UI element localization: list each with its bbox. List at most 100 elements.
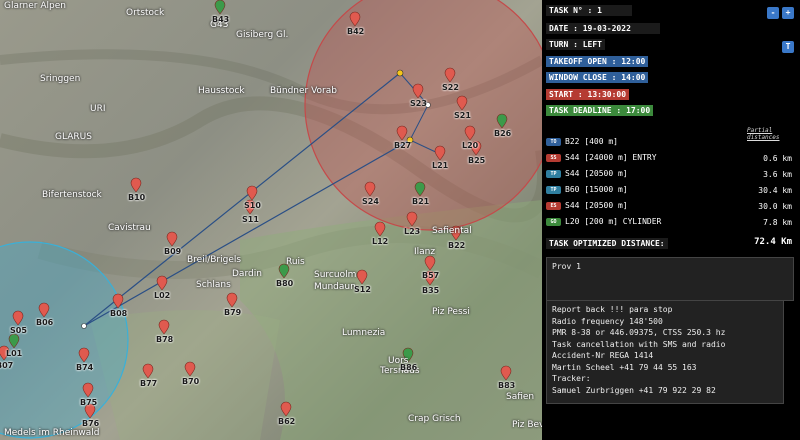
leg-waypoint: B22 [400 m]: [565, 137, 618, 146]
waypoint-pin-icon[interactable]: [156, 275, 168, 291]
map-place-label: Crap Grisch: [408, 414, 461, 424]
partial-distances-label: Partial distances: [747, 127, 780, 141]
waypoint-label: L21: [432, 161, 449, 170]
map-place-label: Lumnezia: [342, 328, 386, 338]
map-place-label: Piz Pessi: [432, 307, 470, 317]
window-close: WINDOW CLOSE : 14:00: [546, 72, 649, 83]
map-place-label: Gisiberg Gl.: [236, 30, 289, 40]
waypoint-label: B76: [82, 419, 100, 428]
waypoint-label: B78: [156, 335, 174, 344]
leg-row: GO L20 [200 m] CYLINDER: [546, 217, 661, 226]
leg-waypoint: S44 [20500 m]: [565, 201, 628, 210]
waypoint-label: S11: [242, 215, 259, 224]
waypoint-pin-icon[interactable]: [166, 231, 178, 247]
map-place-label: Ilanz: [414, 247, 436, 257]
note-line: Report back !!! para stop: [552, 305, 673, 314]
optimized-distance-label: TASK OPTIMIZED DISTANCE:: [546, 238, 668, 249]
start-time: START : 13:30:00: [546, 89, 630, 100]
waypoint-label: B77: [140, 379, 158, 388]
leg-distance: 30.0 km: [758, 202, 792, 211]
waypoint-label: S10: [244, 201, 261, 210]
waypoint-label: B70: [182, 377, 200, 386]
leg-row: TO B22 [400 m]: [546, 137, 618, 146]
leg-distance: 3.6 km: [763, 170, 792, 179]
note-line: Accident-Nr REGA 1414: [552, 351, 654, 360]
waypoint-label: B08: [110, 309, 128, 318]
waypoint-label: B07: [0, 361, 14, 370]
leg-waypoint: L20 [200 m] CYLINDER: [565, 217, 662, 226]
leg-distance: 0.6 km: [763, 154, 792, 163]
waypoint-label: B25: [468, 156, 486, 165]
waypoint-pin-icon[interactable]: [246, 185, 258, 201]
takeoff-open: TAKEOFF OPEN : 12:00: [546, 56, 649, 67]
leg-type-badge: GO: [546, 217, 561, 226]
waypoint-label: B06: [36, 318, 54, 327]
waypoint-label: B62: [278, 417, 296, 426]
map-place-label: Safiental: [432, 226, 472, 236]
leg-row: TP S44 [20500 m]: [546, 169, 628, 178]
task-notes: Report back !!! para stop Radio frequency…: [546, 300, 784, 404]
leg-distance: 7.8 km: [763, 218, 792, 227]
map-place-label: URI: [90, 104, 106, 114]
waypoint-label: S23: [410, 99, 427, 108]
waypoint-label: L01: [6, 349, 23, 358]
map-place-label: Ortstock: [126, 8, 165, 18]
note-line: Task cancellation with SMS and radio: [552, 339, 726, 349]
map-place-label: GLARUS: [55, 132, 92, 142]
waypoint-label: L20: [462, 141, 479, 150]
optimized-distance-value: 72.4 Km: [754, 237, 792, 247]
waypoint-pin-icon[interactable]: [226, 292, 238, 308]
waypoint-label: S12: [354, 285, 371, 294]
leg-type-badge: TP: [546, 185, 561, 194]
waypoint-label: B83: [498, 381, 516, 390]
zoom-minus-button[interactable]: -: [767, 7, 779, 19]
waypoint-label: B80: [276, 279, 294, 288]
map-place-label: Medels im Rheinwald: [4, 428, 100, 438]
leg-waypoint: S44 [24000 m] ENTRY: [565, 153, 657, 162]
map-place-label: Cavistrau: [108, 223, 151, 233]
prov-field[interactable]: Prov 1: [546, 257, 794, 301]
waypoint-label: L23: [404, 227, 421, 236]
waypoint-label: S05: [10, 326, 27, 335]
note-line: Martin Scheel +41 79 44 55 163: [552, 362, 697, 372]
zoom-plus-button[interactable]: +: [782, 7, 794, 19]
waypoint-label: B35: [422, 286, 440, 295]
leg-distance: 30.4 km: [758, 186, 792, 195]
leg-type-badge: TO: [546, 137, 561, 146]
map-place-label: Bündner Vorab: [270, 86, 337, 96]
waypoint-label: B75: [80, 398, 98, 407]
start-cylinder: [304, 0, 542, 231]
task-panel: TASK N° : 1 - + DATE : 19-03-2022 TURN :…: [542, 0, 800, 440]
leg-type-badge: TP: [546, 169, 561, 178]
map-place-label: Ruis: [286, 257, 305, 267]
waypoint-pin-icon[interactable]: [214, 0, 226, 15]
waypoint-label: B57: [422, 271, 440, 280]
leg-type-badge: ES: [546, 201, 561, 210]
waypoint-label: B86: [400, 363, 418, 372]
note-line: Tracker:: [552, 374, 591, 383]
map-overlay: [0, 0, 542, 440]
leg-waypoint: S44 [20500 m]: [565, 169, 628, 178]
map-place-label: Safien: [506, 392, 535, 402]
task-map[interactable]: Glarner Alpen Ortstock G43 Gisiberg Gl. Haus…: [0, 0, 542, 440]
map-place-label: Surcuolm: [314, 270, 357, 280]
waypoint-label: B26: [494, 129, 512, 138]
map-place-label: Sringgen: [40, 74, 81, 84]
note-line: PMR 8-38 or 446.09375, CTSS 250.3 hz: [552, 328, 726, 337]
waypoint-label: B74: [76, 363, 94, 372]
waypoint-label: B27: [394, 141, 412, 150]
waypoint-label: B79: [224, 308, 242, 317]
waypoint-label: S22: [442, 83, 459, 92]
waypoint-label: B21: [412, 197, 430, 206]
map-place-label: Glarner Alpen: [4, 1, 66, 11]
note-line: Radio frequency 148'500: [552, 316, 663, 326]
waypoint-label: B10: [128, 193, 146, 202]
waypoint-pin-icon[interactable]: [130, 177, 142, 193]
map-place-label: Dardin: [232, 269, 262, 279]
waypoint-label: B09: [164, 247, 182, 256]
map-place-label: Bifertenstock: [42, 190, 102, 200]
leg-type-badge: SS: [546, 153, 561, 162]
note-line: Samuel Zurbriggen +41 79 922 29 82: [552, 385, 716, 395]
task-toggle-button[interactable]: T: [782, 41, 794, 53]
map-place-label: Hausstock: [198, 86, 245, 96]
